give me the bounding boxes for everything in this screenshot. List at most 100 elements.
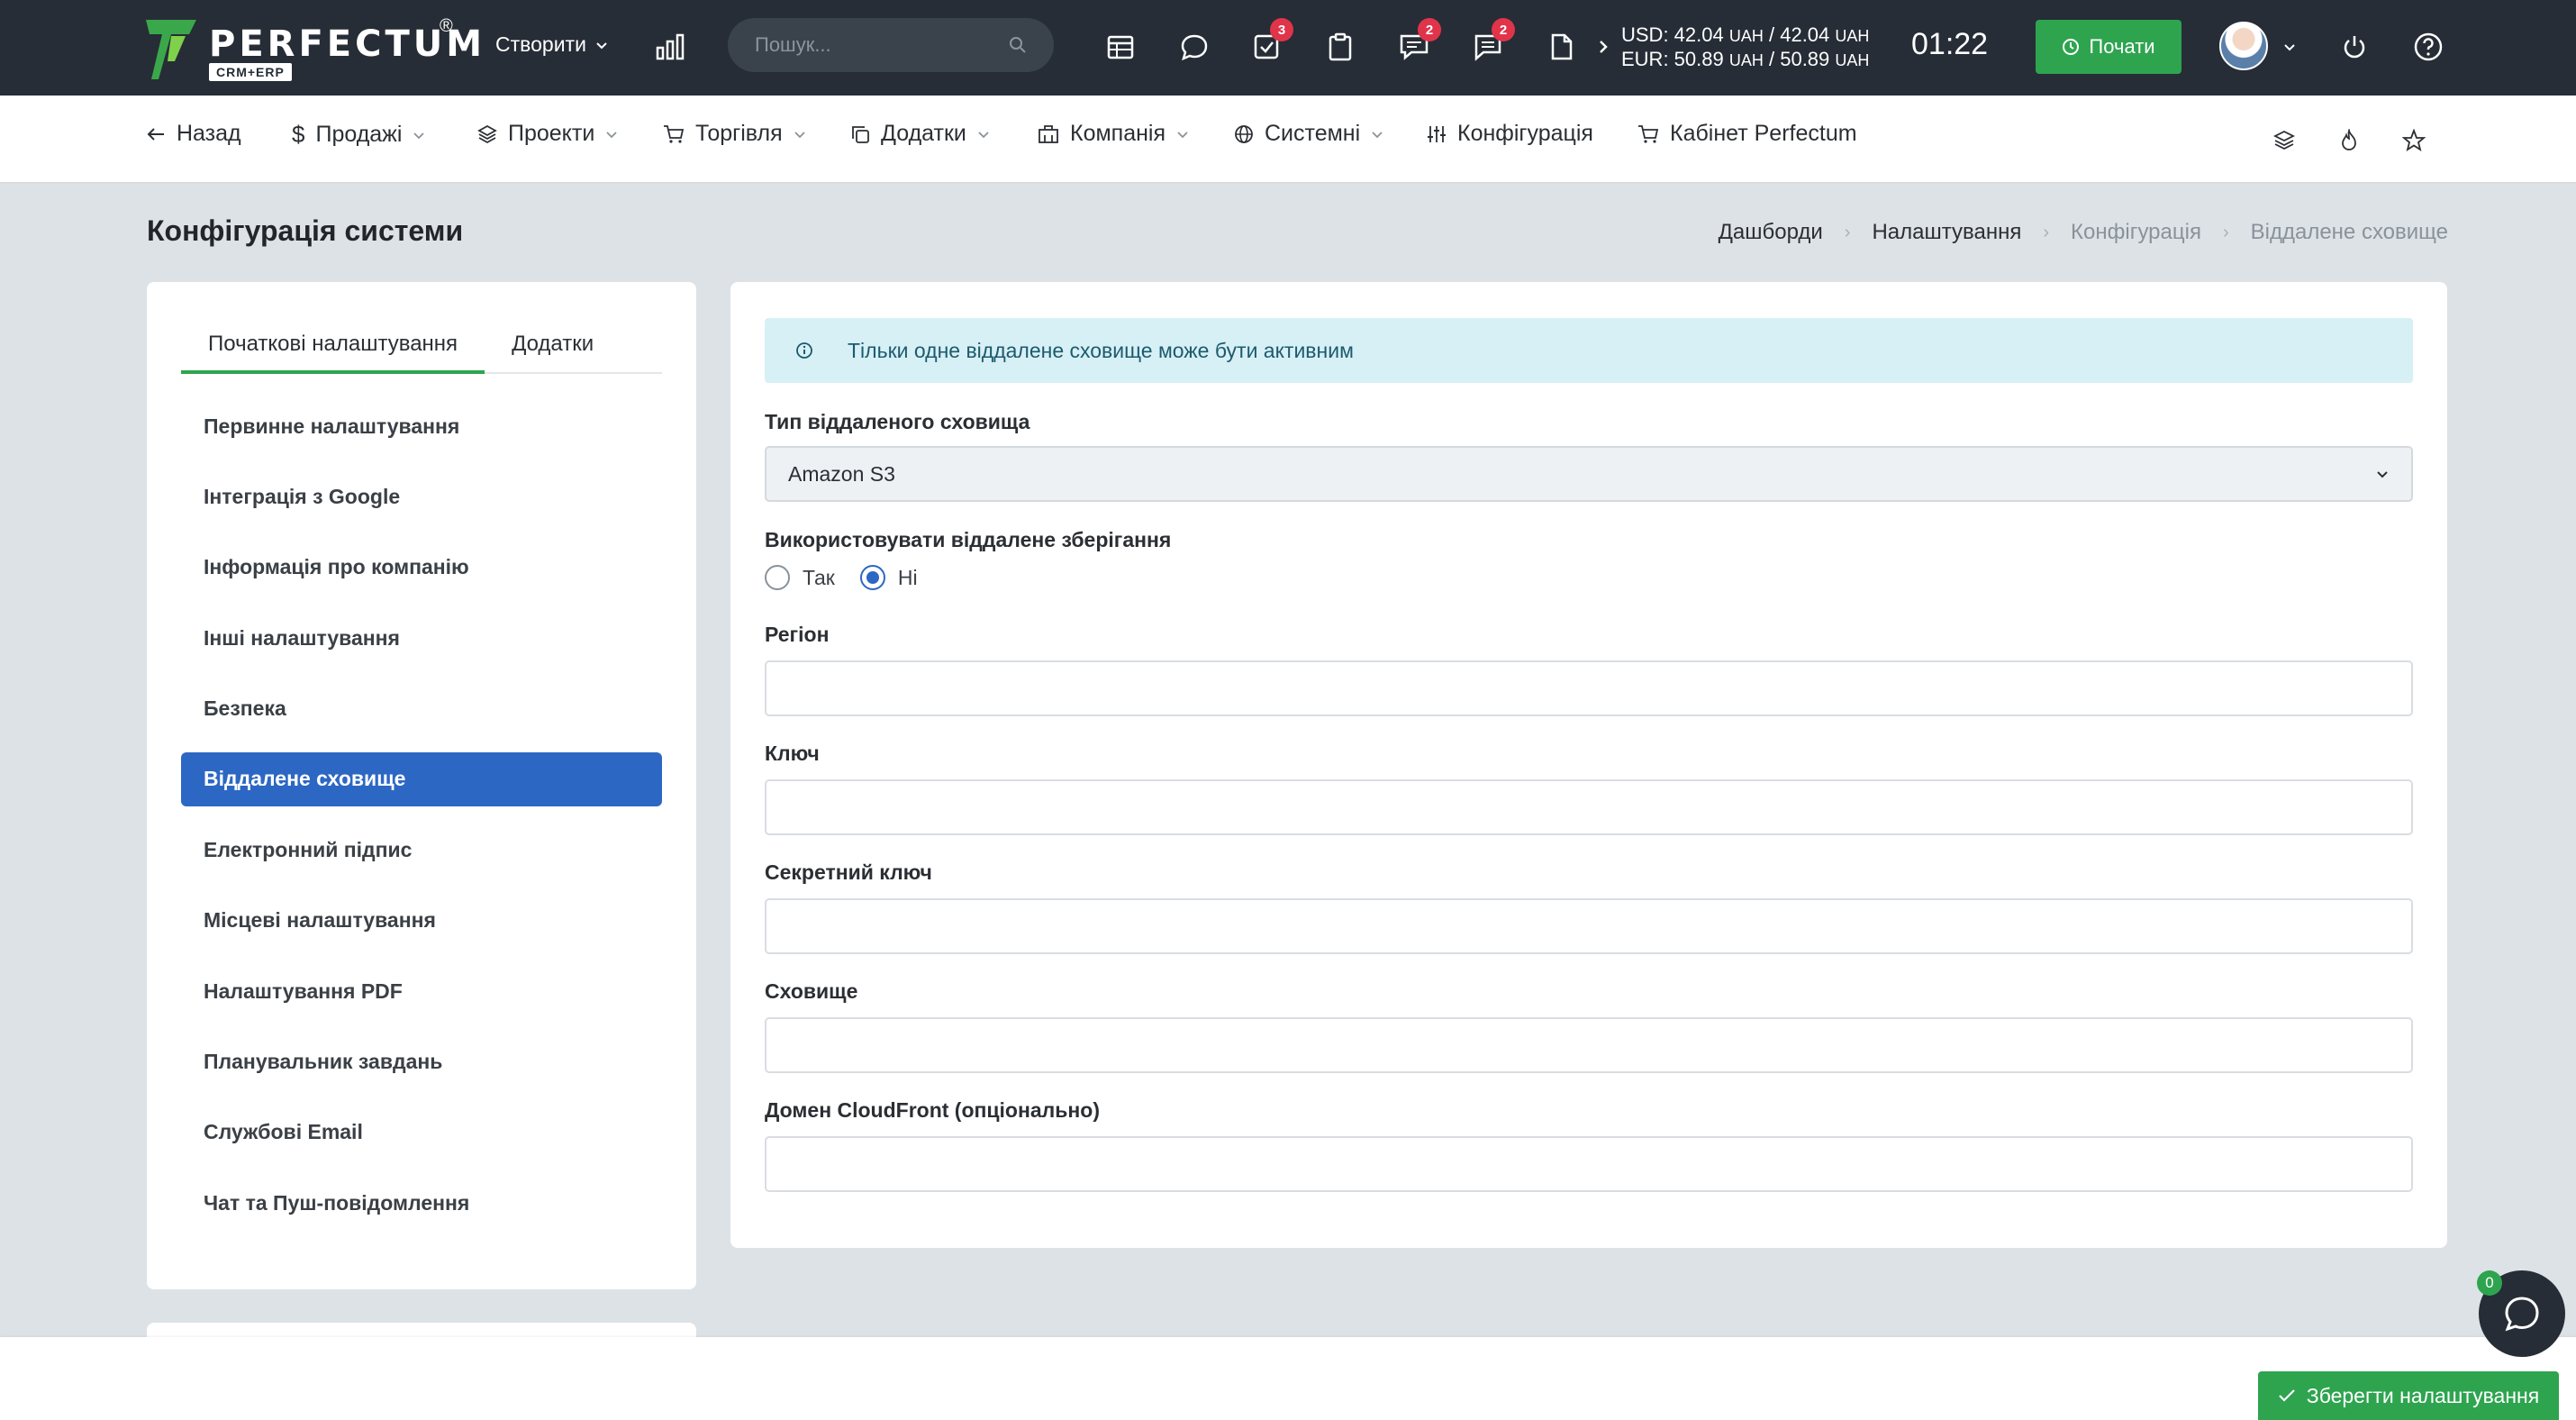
nav-sales[interactable]: $ Продажі bbox=[292, 121, 425, 149]
document-icon[interactable] bbox=[1542, 27, 1582, 67]
chevron-down-icon bbox=[978, 131, 989, 138]
messages-icon[interactable]: 2 bbox=[1468, 18, 1515, 67]
sidebar-item-security[interactable]: Безпека bbox=[181, 682, 662, 736]
radio-no-circle[interactable] bbox=[859, 565, 885, 590]
start-timer-button[interactable]: Почати bbox=[2036, 20, 2181, 74]
nav-config-label: Конфігурація bbox=[1457, 121, 1593, 146]
chevron-down-icon bbox=[606, 131, 617, 138]
logo-subtitle: CRM+ERP bbox=[209, 63, 292, 81]
reports-chart-icon[interactable] bbox=[650, 27, 690, 67]
nav-company[interactable]: Компанія bbox=[1038, 121, 1189, 147]
help-icon[interactable] bbox=[2408, 27, 2448, 67]
globe-icon bbox=[1235, 124, 1253, 143]
nav-back[interactable]: Назад bbox=[146, 121, 241, 147]
sidebar-item-e-signature[interactable]: Електронний підпис bbox=[181, 823, 662, 877]
settings-menu: Первинне налаштування Інтеграція з Googl… bbox=[181, 399, 662, 1247]
search-icon[interactable] bbox=[1009, 36, 1027, 54]
nav-system-label: Системні bbox=[1265, 121, 1361, 146]
secret-key-label: Секретний ключ bbox=[765, 860, 932, 884]
use-remote-radio-group: Так Ні bbox=[765, 565, 918, 590]
breadcrumb-separator-icon: › bbox=[2222, 222, 2229, 242]
breadcrumb-current: Віддалене сховище bbox=[2250, 220, 2448, 244]
sidebar-item-other-settings[interactable]: Інші налаштування bbox=[181, 611, 662, 665]
storage-type-select[interactable]: Amazon S3 bbox=[765, 446, 2413, 502]
radio-no[interactable]: Ні bbox=[859, 565, 918, 590]
info-alert: Тільки одне віддалене сховище може бути … bbox=[765, 318, 2413, 383]
sliders-icon bbox=[1428, 125, 1446, 142]
star-icon[interactable] bbox=[2396, 123, 2432, 159]
chevron-down-icon bbox=[2377, 471, 2388, 478]
nav-system[interactable]: Системні bbox=[1234, 121, 1383, 147]
arrow-left-icon bbox=[147, 127, 164, 141]
nav-company-label: Компанія bbox=[1070, 121, 1166, 146]
create-menu[interactable]: Створити bbox=[495, 32, 608, 57]
create-menu-label: Створити bbox=[495, 32, 586, 56]
messages-badge: 2 bbox=[1492, 18, 1515, 41]
secret-key-input[interactable] bbox=[765, 898, 2413, 954]
breadcrumb-configuration[interactable]: Конфігурація bbox=[2071, 220, 2201, 245]
nav-cabinet[interactable]: Кабінет Perfectum bbox=[1637, 121, 1857, 147]
chevron-down-icon bbox=[1372, 131, 1383, 138]
nav-addons-label: Додатки bbox=[881, 121, 966, 146]
nav-addons[interactable]: Додатки bbox=[850, 121, 990, 147]
chat-count-badge: 0 bbox=[2477, 1270, 2502, 1296]
logo-mark-icon bbox=[146, 20, 196, 79]
tab-addons[interactable]: Додатки bbox=[485, 318, 621, 372]
avatar[interactable] bbox=[2219, 22, 2268, 70]
settings-tabs: Початкові налаштування Додатки bbox=[181, 318, 662, 374]
sidebar-item-task-scheduler[interactable]: Планувальник завдань bbox=[181, 1035, 662, 1089]
user-menu-chevron-icon[interactable] bbox=[2270, 27, 2309, 67]
nav-config[interactable]: Конфігурація bbox=[1427, 121, 1593, 147]
sidebar-item-google-integration[interactable]: Інтеграція з Google bbox=[181, 469, 662, 523]
key-label: Ключ bbox=[765, 742, 820, 765]
copy-icon bbox=[852, 125, 869, 143]
main-navigation: Назад $ Продажі Проекти Торгівля Додатки… bbox=[0, 96, 2576, 182]
region-label: Регіон bbox=[765, 623, 830, 646]
top-bar: PERFECTUM ® CRM+ERP Створити 3 2 2 bbox=[0, 0, 2576, 96]
dollar-icon: $ bbox=[292, 121, 305, 148]
sidebar-item-remote-storage[interactable]: Віддалене сховище bbox=[181, 751, 662, 806]
calendar-icon[interactable] bbox=[1101, 27, 1140, 67]
tasks-check-icon[interactable]: 3 bbox=[1247, 18, 1293, 67]
sidebar-item-chat-push[interactable]: Чат та Пуш-повідомлення bbox=[181, 1176, 662, 1230]
save-settings-label: Зберегти налаштування bbox=[2306, 1383, 2540, 1407]
sidebar-item-local-settings[interactable]: Місцеві налаштування bbox=[181, 894, 662, 948]
nav-trade-label: Торгівля bbox=[695, 121, 783, 146]
perfectum-logo[interactable]: PERFECTUM ® CRM+ERP bbox=[146, 16, 482, 83]
nav-sales-label: Продажі bbox=[315, 122, 403, 147]
breadcrumb-settings[interactable]: Налаштування bbox=[1872, 220, 2021, 245]
sidebar-item-service-email[interactable]: Службові Email bbox=[181, 1106, 662, 1160]
radio-yes-label: Так bbox=[803, 565, 835, 589]
nav-projects[interactable]: Проекти bbox=[477, 121, 618, 147]
tab-initial-settings[interactable]: Початкові налаштування bbox=[181, 318, 485, 374]
layers-icon bbox=[477, 124, 497, 143]
clipboard-icon[interactable] bbox=[1320, 27, 1360, 67]
page-title: Конфігурація системи bbox=[147, 214, 464, 247]
nav-projects-label: Проекти bbox=[508, 121, 595, 146]
chat-bubble-icon bbox=[2505, 1297, 2539, 1332]
power-icon[interactable] bbox=[2335, 27, 2374, 67]
sidebar-item-company-info[interactable]: Інформація про компанію bbox=[181, 541, 662, 595]
nav-trade[interactable]: Торгівля bbox=[663, 121, 806, 147]
sidebar-item-pdf-settings[interactable]: Налаштування PDF bbox=[181, 964, 662, 1018]
breadcrumb-separator-icon: › bbox=[1844, 222, 1851, 242]
start-timer-label: Почати bbox=[2089, 35, 2155, 58]
cloudfront-input[interactable] bbox=[765, 1136, 2413, 1192]
radio-yes[interactable]: Так bbox=[765, 565, 835, 590]
breadcrumb-dashboards[interactable]: Дашборди bbox=[1719, 220, 1823, 245]
radio-yes-circle[interactable] bbox=[765, 565, 790, 590]
bucket-input[interactable] bbox=[765, 1017, 2413, 1073]
save-settings-button[interactable]: Зберегти налаштування bbox=[2258, 1371, 2559, 1420]
region-input[interactable] bbox=[765, 660, 2413, 716]
chat-bubble-icon[interactable] bbox=[1175, 27, 1214, 67]
support-chat-icon[interactable]: 2 bbox=[1394, 18, 1441, 67]
fire-icon[interactable] bbox=[2331, 123, 2367, 159]
tasks-badge: 3 bbox=[1270, 18, 1293, 41]
layers-icon[interactable] bbox=[2266, 123, 2302, 159]
chevron-right-icon[interactable] bbox=[1583, 27, 1623, 67]
eur-rate: EUR: 50.89 UAH / 50.89 UAH bbox=[1621, 48, 1870, 70]
search-input[interactable] bbox=[755, 33, 998, 57]
nav-back-label: Назад bbox=[177, 121, 241, 146]
key-input[interactable] bbox=[765, 779, 2413, 835]
sidebar-item-primary-setup[interactable]: Первинне налаштування bbox=[181, 399, 662, 453]
